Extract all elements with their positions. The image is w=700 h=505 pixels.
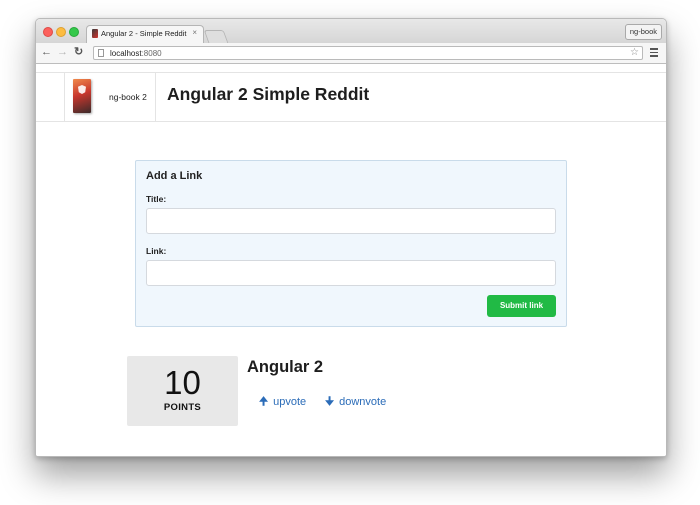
url-port: :8080 (141, 49, 162, 58)
star-icon[interactable]: ☆ (630, 47, 639, 59)
brand-name: ng-book 2 (109, 92, 147, 102)
tab-strip: Angular 2 - Simple Reddit × ng-book (36, 19, 666, 43)
tab-title: Angular 2 - Simple Reddit (101, 29, 187, 38)
downvote-label: downvote (339, 396, 387, 408)
url-host: localhost (110, 49, 142, 58)
book-icon (73, 79, 91, 113)
arrow-up-icon: 🠉 (259, 396, 269, 408)
upvote-label: upvote (273, 396, 307, 408)
add-link-form: Add a Link Title: Link: Submit link (135, 160, 567, 327)
back-arrow-icon[interactable]: ← (41, 46, 52, 59)
profile-button[interactable]: ng-book (624, 24, 662, 40)
vote-score: 10 POINTS (127, 356, 238, 426)
tab-close-icon[interactable]: × (192, 28, 197, 37)
arrow-down-icon: 🠋 (325, 396, 335, 408)
points-label: POINTS (163, 402, 202, 413)
page-title: Angular 2 Simple Reddit (167, 84, 370, 104)
page-icon (98, 49, 104, 57)
browser-tab[interactable]: Angular 2 - Simple Reddit × (86, 25, 204, 43)
close-window-button[interactable] (43, 27, 53, 37)
title-label: Title: (146, 194, 167, 204)
link-input[interactable] (146, 260, 556, 286)
upvote-link[interactable]: 🠉 upvote (259, 393, 306, 412)
downvote-link[interactable]: 🠋 downvote (325, 393, 386, 412)
url-text[interactable]: localhost:8080 (110, 48, 162, 59)
browser-window: Angular 2 - Simple Reddit × ng-book ← → … (35, 18, 667, 457)
maximize-window-button[interactable] (69, 27, 79, 37)
submit-link-button[interactable]: Submit link (487, 295, 556, 317)
new-tab-button[interactable] (203, 30, 229, 43)
minimize-window-button[interactable] (56, 27, 66, 37)
link-label: Link: (146, 246, 167, 256)
brand-logo[interactable]: ng-book 2 (64, 73, 156, 121)
browser-toolbar: ← → ↻ localhost:8080 ☆ (36, 43, 666, 64)
site-header: ng-book 2 Angular 2 Simple Reddit (36, 72, 666, 122)
article-title[interactable]: Angular 2 (247, 358, 323, 377)
form-heading: Add a Link (146, 170, 203, 182)
favicon-icon (92, 29, 98, 38)
reload-icon[interactable]: ↻ (74, 46, 83, 59)
page-content: ng-book 2 Angular 2 Simple Reddit Add a … (36, 64, 666, 456)
menu-icon[interactable] (650, 48, 658, 59)
title-input[interactable] (146, 208, 556, 234)
points-value: 10 (164, 364, 201, 401)
address-bar[interactable]: localhost:8080 ☆ (93, 46, 643, 60)
forward-arrow-icon[interactable]: → (57, 46, 68, 59)
